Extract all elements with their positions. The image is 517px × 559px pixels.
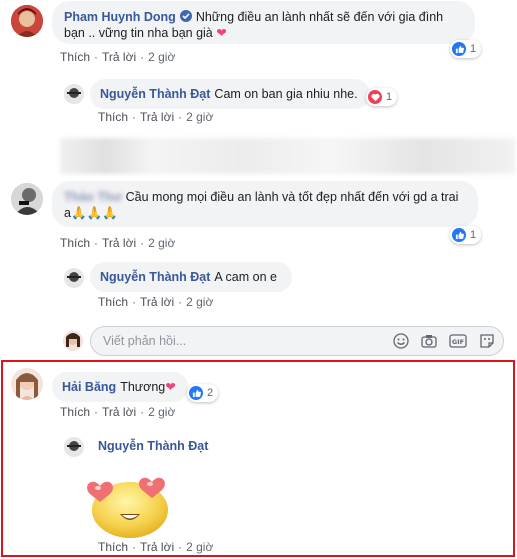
like-link[interactable]: Thích [98, 295, 128, 309]
comment-bubble: Thảo Thư Cầu mong mọi điều an lành và tốt… [52, 181, 478, 227]
comment-bubble: Pham Huynh Dong Những điều an lành nhất s… [52, 1, 475, 44]
like-link[interactable]: Thích [60, 405, 90, 419]
heart-icon: ❤ [216, 26, 227, 40]
timestamp[interactable]: 2 giờ [148, 50, 175, 64]
like-link[interactable]: Thích [60, 50, 90, 64]
reply-bubble: Nguyễn Thành Đạt A cam on e [90, 262, 292, 292]
timestamp[interactable]: 2 giờ [148, 236, 175, 250]
reply-link[interactable]: Trả lời [102, 236, 136, 250]
comment-text: Những điều an lành nhất sẽ đến với gia đ… [195, 10, 444, 24]
reply-link[interactable]: Trả lời [140, 540, 174, 554]
comment-actions: Thích · Trả lời · 2 giờ [60, 50, 176, 64]
avatar[interactable] [64, 84, 84, 104]
like-icon [189, 386, 203, 400]
reply-link[interactable]: Trả lời [140, 295, 174, 309]
blurred-comment [60, 138, 515, 174]
reply-actions: Thích · Trả lời · 2 giờ [98, 110, 214, 124]
comment-actions: Thích · Trả lời · 2 giờ [60, 405, 176, 419]
avatar[interactable] [11, 5, 43, 37]
gif-icon[interactable]: GIF [449, 333, 467, 349]
reaction-count[interactable]: 1 [366, 88, 398, 106]
like-link[interactable]: Thích [98, 540, 128, 554]
comment-text-line2: a🙏🙏🙏 [64, 206, 118, 220]
like-icon [452, 228, 466, 242]
reply-input-placeholder: Viết phản hồi... [103, 334, 187, 348]
comment-text-line2: bạn .. vững tin nha bạn già ❤ [64, 26, 227, 40]
timestamp[interactable]: 2 giờ [186, 295, 213, 309]
heart-eyes-emoji [86, 472, 174, 540]
svg-text:GIF: GIF [452, 338, 464, 346]
reply-link[interactable]: Trả lời [140, 110, 174, 124]
avatar[interactable] [11, 368, 43, 400]
reply-input[interactable]: Viết phản hồi... GIF [90, 326, 504, 356]
reply-link[interactable]: Trả lời [102, 405, 136, 419]
avatar [63, 331, 83, 351]
verified-badge-icon [179, 10, 192, 22]
reaction-count[interactable]: 1 [450, 40, 482, 58]
heart-icon [368, 90, 382, 104]
reaction-count[interactable]: 2 [187, 384, 219, 402]
camera-icon[interactable] [421, 333, 437, 349]
emoji-icon[interactable] [393, 333, 409, 349]
reply-bubble: Nguyễn Thành Đạt Cam on ban gia nhiu nhe. [90, 79, 370, 109]
reply-text: A cam on e [214, 270, 277, 284]
avatar[interactable] [64, 268, 84, 288]
comment-author[interactable]: Pham Huynh Dong [64, 10, 176, 24]
reply-actions: Thích · Trả lời · 2 giờ [98, 295, 214, 309]
like-link[interactable]: Thích [98, 110, 128, 124]
comment-bubble: Hải Băng Thương❤ [52, 372, 188, 402]
timestamp[interactable]: 2 giờ [148, 405, 175, 419]
avatar[interactable] [11, 183, 43, 215]
comment-actions: Thích · Trả lời · 2 giờ [60, 236, 176, 250]
reply-link[interactable]: Trả lời [102, 50, 136, 64]
comment-author[interactable]: Hải Băng [62, 380, 116, 394]
reply-text: Cam on ban gia nhiu nhe. [214, 87, 358, 101]
comment-text: Thương [120, 380, 166, 394]
heart-icon: ❤ [165, 380, 176, 394]
like-link[interactable]: Thích [60, 236, 90, 250]
reply-actions: Thích · Trả lời · 2 giờ [98, 540, 214, 554]
like-icon [452, 42, 466, 56]
reply-author[interactable]: Nguyễn Thành Đạt [98, 439, 208, 453]
sticker-icon[interactable] [479, 333, 495, 349]
reply-author[interactable]: Nguyễn Thành Đạt [100, 87, 210, 101]
timestamp[interactable]: 2 giờ [186, 540, 213, 554]
timestamp[interactable]: 2 giờ [186, 110, 213, 124]
comment-text: Cầu mong mọi điều an lành và tốt đẹp nhấ… [125, 190, 459, 204]
avatar[interactable] [64, 437, 84, 457]
comment-author[interactable]: Thảo Thư [64, 190, 122, 204]
reaction-count[interactable]: 1 [450, 226, 482, 244]
reply-author[interactable]: Nguyễn Thành Đạt [100, 270, 210, 284]
